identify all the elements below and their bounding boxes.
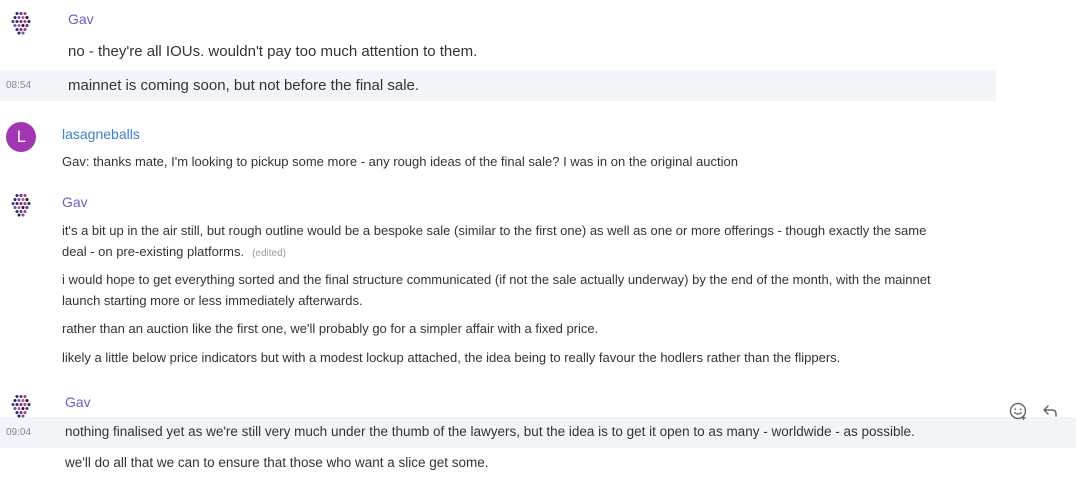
avatar-lasagneballs[interactable]: L (6, 122, 36, 152)
message-text: nothing finalised yet as we're still ver… (65, 424, 915, 439)
message-actions (1006, 398, 1072, 424)
message-text: rather than an auction like the first on… (62, 321, 599, 336)
avatar-letter: L (16, 127, 26, 146)
smiley-icon (1009, 402, 1027, 420)
avatar-gav[interactable] (6, 190, 36, 220)
chat-log: Gav no - they're all IOUs. wouldn't pay … (0, 0, 1080, 486)
reply-arrow-icon (1043, 405, 1057, 417)
hexagon-dot-cluster-icon (11, 193, 31, 217)
username-gav[interactable]: Gav (65, 394, 91, 410)
username-lasagneballs[interactable]: lasagneballs (62, 126, 140, 142)
hexagon-dot-cluster-icon (11, 11, 31, 35)
message-text: we'll do all that we can to ensure that … (65, 455, 489, 470)
message-text: i would hope to get everything sorted an… (62, 272, 931, 287)
reply-button[interactable] (1038, 399, 1062, 423)
avatar-gav[interactable] (6, 8, 36, 38)
add-reaction-button[interactable] (1006, 399, 1030, 423)
timestamp: 08:54 (6, 80, 32, 91)
message-text: no - they're all IOUs. wouldn't pay too … (68, 43, 478, 60)
message-text: deal - on pre-existing platforms. (62, 244, 245, 259)
username-gav[interactable]: Gav (68, 11, 94, 27)
message-text: Gav: thanks mate, I'm looking to pickup … (62, 154, 738, 169)
hexagon-dot-cluster-icon (11, 394, 31, 418)
message-text: it's a bit up in the air still, but roug… (62, 223, 927, 238)
timestamp: 09:04 (6, 427, 32, 438)
message-text: launch starting more or less immediately… (62, 293, 363, 308)
avatar-gav[interactable] (6, 391, 36, 421)
edited-marker: (edited) (252, 248, 286, 259)
message-text: likely a little below price indicators b… (62, 350, 841, 365)
message-text-continued: deal - on pre-existing platforms. (edited… (62, 244, 286, 259)
message-text: mainnet is coming soon, but not before t… (68, 77, 420, 94)
username-gav[interactable]: Gav (62, 194, 88, 210)
